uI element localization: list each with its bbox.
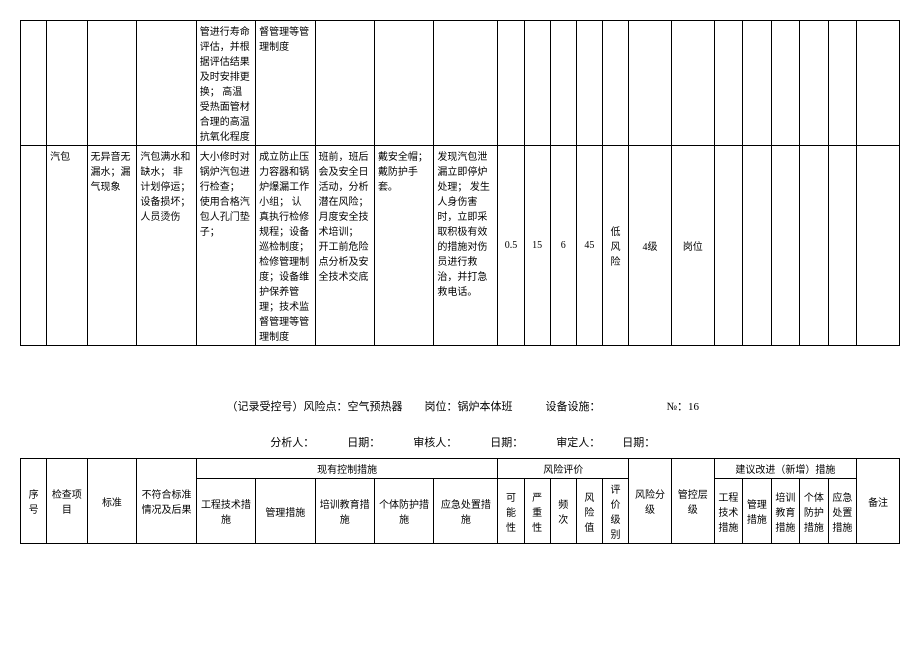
h-std: 标准 xyxy=(87,459,137,544)
h-current: 现有控制措施 xyxy=(196,459,498,479)
cell-mgmt: 督管理等管理制度 xyxy=(256,21,315,146)
cell-mgmt: 成立防止压力容器和锅炉爆漏工作小组； 认真执行检修规程；设备巡检制度；检修管理制… xyxy=(256,146,315,346)
h-eng: 工程技术措施 xyxy=(196,479,255,544)
meta-date2: 日期： xyxy=(490,437,523,449)
h-s-mgmt: 管理措施 xyxy=(743,479,772,544)
meta-riskpoint: （记录受控号）风险点：空气预热器 xyxy=(227,401,403,413)
h-s-ppe: 个体防护措施 xyxy=(800,479,829,544)
h-train: 培训教育措施 xyxy=(315,479,374,544)
h-suggest: 建议改进（新增）措施 xyxy=(714,459,857,479)
cell-freq: 6 xyxy=(550,146,576,346)
meta-reviewer: 审核人： xyxy=(413,437,457,449)
header-row-1: 序号 检查项目 标准 不符合标准情况及后果 现有控制措施 风险评价 风险分级 管… xyxy=(21,459,900,479)
meta-line-2: 分析人： 日期： 审核人： 日期： 审定人： 日期： xyxy=(20,422,900,450)
h-ppe: 个体防护措施 xyxy=(374,479,433,544)
cell-std: 无异音无漏水；漏气现象 xyxy=(87,146,137,346)
h-item: 检查项目 xyxy=(47,459,87,544)
h-freq: 频次 xyxy=(550,479,576,544)
h-emerg: 应急处置措施 xyxy=(434,479,498,544)
cell-sev: 15 xyxy=(524,146,550,346)
meta-device: 设备设施： xyxy=(546,401,601,413)
cell-poss: 0.5 xyxy=(498,146,524,346)
meta-analyst: 分析人： xyxy=(270,437,314,449)
cell-ctrl: 岗位 xyxy=(671,146,714,346)
meta-date1: 日期： xyxy=(347,437,380,449)
cell-emerg: 发现汽包泄漏立即停炉处理； 发生人身伤害时，立即采取积极有效的措施对伤员进行救治… xyxy=(434,146,498,346)
risk-table-continuation: 管进行寿命评估，并根据评估结果及时安排更换； 高温受热面管材合理的高温抗氧化程度… xyxy=(20,20,900,346)
risk-table-header: 序号 检查项目 标准 不符合标准情况及后果 现有控制措施 风险评价 风险分级 管… xyxy=(20,458,900,544)
cell-ppe: 戴安全帽；戴防护手套。 xyxy=(374,146,433,346)
cell-train: 班前，班后会及安全日活动，分析潜在风险； 月度安全技术培训； 开工前危险点分析及… xyxy=(315,146,374,346)
table-row: 汽包 无异音无漏水；漏气现象 汽包满水和缺水； 非计划停运； 设备损坏；人员烫伤… xyxy=(21,146,900,346)
cell-item: 汽包 xyxy=(47,146,87,346)
h-risk: 风险评价 xyxy=(498,459,629,479)
meta-date3: 日期： xyxy=(622,437,655,449)
h-poss: 可能性 xyxy=(498,479,524,544)
h-sev: 严重性 xyxy=(524,479,550,544)
h-nonstd: 不符合标准情况及后果 xyxy=(137,459,196,544)
h-grade: 风险分级 xyxy=(629,459,672,544)
h-s-emerg: 应急处置措施 xyxy=(828,479,857,544)
h-ctrl: 管控层级 xyxy=(671,459,714,544)
cell-lvl: 低风险 xyxy=(602,146,628,346)
h-mgmt: 管理措施 xyxy=(256,479,315,544)
meta-approver: 审定人： xyxy=(556,437,600,449)
cell-eng: 管进行寿命评估，并根据评估结果及时安排更换； 高温受热面管材合理的高温抗氧化程度 xyxy=(196,21,255,146)
h-lvl: 评价级别 xyxy=(602,479,628,544)
cell-val: 45 xyxy=(576,146,602,346)
h-remark: 备注 xyxy=(857,459,900,544)
meta-no: №：16 xyxy=(667,401,700,413)
cell-eng: 大小修时对锅炉汽包进行检查； 使用合格汽包人孔门垫子； xyxy=(196,146,255,346)
cell-nonstd: 汽包满水和缺水； 非计划停运； 设备损坏；人员烫伤 xyxy=(137,146,196,346)
cell-grade: 4级 xyxy=(629,146,672,346)
meta-post: 岗位：锅炉本体班 xyxy=(425,401,513,413)
h-val: 风险值 xyxy=(576,479,602,544)
h-s-train: 培训教育措施 xyxy=(771,479,800,544)
meta-line-1: （记录受控号）风险点：空气预热器 岗位：锅炉本体班 设备设施： №：16 xyxy=(20,386,900,414)
h-seq: 序号 xyxy=(21,459,47,544)
h-s-eng: 工程技术措施 xyxy=(714,479,743,544)
table-row: 管进行寿命评估，并根据评估结果及时安排更换； 高温受热面管材合理的高温抗氧化程度… xyxy=(21,21,900,146)
